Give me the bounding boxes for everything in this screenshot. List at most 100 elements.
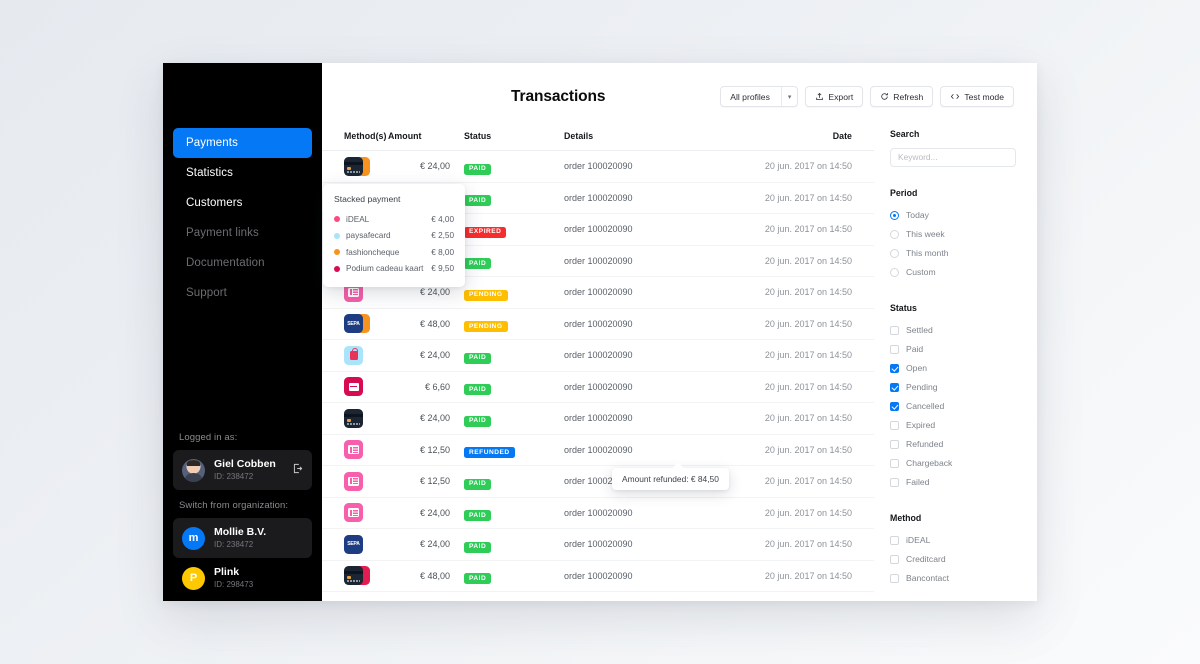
checkbox[interactable]: [890, 477, 899, 487]
date-cell: 20 jun. 2017 on 14:50: [764, 161, 852, 172]
status-badge: PAID: [464, 352, 492, 364]
sidebar-item-statistics[interactable]: Statistics: [173, 158, 312, 188]
method-cell[interactable]: [344, 345, 378, 365]
checkbox[interactable]: [890, 382, 899, 392]
status-option-expired[interactable]: Expired: [890, 416, 1017, 435]
table-row[interactable]: € 24,00 PAID order 100020090 20 jun. 2017 o…: [322, 151, 874, 183]
organization-card[interactable]: P Plink ID: 298473: [173, 558, 312, 598]
status-option-refunded[interactable]: Refunded: [890, 435, 1017, 454]
table-row[interactable]: SEPA € 24,00 PAID order 100020090 20 jun. 20…: [322, 529, 874, 561]
option-label: Expired: [906, 420, 936, 430]
search-input[interactable]: [890, 147, 1016, 167]
method-color-dot: [334, 232, 340, 239]
checkbox[interactable]: [890, 573, 899, 583]
refresh-button[interactable]: Refresh: [870, 86, 934, 107]
method-cell[interactable]: [344, 156, 378, 176]
method-cell[interactable]: SEPA: [344, 534, 378, 554]
organization-avatar: m: [182, 526, 205, 550]
status-badge: PAID: [464, 478, 492, 490]
table-row[interactable]: € 12,50 PAID order 100020090 20 jun. 2017 o…: [322, 466, 874, 498]
checkbox[interactable]: [890, 363, 899, 373]
option-label: Failed: [906, 477, 930, 487]
method-option-creditcard[interactable]: Creditcard: [890, 550, 1017, 569]
status-option-open[interactable]: Open: [890, 359, 1017, 378]
stacked-method-amount: € 4,00: [431, 214, 454, 224]
logged-in-block: Logged in as: Giel Cobben ID: 238472: [163, 432, 322, 491]
column-header-details[interactable]: Details: [564, 131, 732, 141]
checkbox[interactable]: [890, 535, 899, 545]
option-label: Bancontact: [906, 573, 949, 583]
sidebar-item-customers[interactable]: Customers: [173, 188, 312, 218]
option-label: Cancelled: [906, 401, 945, 411]
details-cell: order 100020090: [564, 255, 633, 266]
status-option-chargeback[interactable]: Chargeback: [890, 454, 1017, 473]
checkbox[interactable]: [890, 458, 899, 468]
table-row[interactable]: € 24,00 PAID order 100020090 20 jun. 2017 o…: [322, 403, 874, 435]
table-row[interactable]: € 24,00 PAID order 100020090 20 jun. 2017 o…: [322, 340, 874, 372]
details-cell: order 100020090: [564, 570, 633, 581]
stacked-method-name: paysafecard: [346, 231, 391, 241]
checkbox[interactable]: [890, 420, 899, 430]
method-icon-card: [344, 566, 363, 586]
checkbox[interactable]: [890, 401, 899, 411]
logout-icon[interactable]: [292, 461, 303, 479]
status-badge: PAID: [464, 195, 492, 207]
column-header-date[interactable]: Date: [732, 131, 852, 141]
period-options: Today This week This month Custom: [890, 206, 1017, 282]
page-title: Transactions: [511, 88, 606, 105]
organization-card[interactable]: m Mollie B.V. ID: 238472: [173, 518, 312, 559]
status-badge: PAID: [464, 541, 492, 553]
option-label: This week: [906, 229, 945, 239]
stacked-payment-row: Podium cadeau kaart € 9,50: [334, 261, 454, 278]
period-option-today[interactable]: Today: [890, 206, 1017, 225]
column-header-status[interactable]: Status: [464, 131, 564, 141]
radio-button[interactable]: [890, 210, 899, 220]
method-option-bancontact[interactable]: Bancontact: [890, 569, 1017, 588]
export-button[interactable]: Export: [805, 86, 864, 107]
date-cell: 20 jun. 2017 on 14:50: [764, 413, 852, 424]
status-badge: PAID: [464, 384, 492, 396]
radio-button[interactable]: [890, 267, 899, 277]
status-option-failed[interactable]: Failed: [890, 473, 1017, 492]
table-row[interactable]: € 48,00 PAID order 100020090 20 jun. 2017 o…: [322, 561, 874, 592]
status-badge: EXPIRED: [464, 226, 507, 238]
sidebar-item-documentation[interactable]: Documentation: [173, 248, 312, 278]
current-user-card[interactable]: Giel Cobben ID: 238472: [173, 450, 312, 491]
method-cell[interactable]: [344, 471, 378, 491]
date-cell: 20 jun. 2017 on 14:50: [764, 287, 852, 298]
column-header-amount[interactable]: Amount: [388, 131, 464, 141]
radio-button[interactable]: [890, 229, 899, 239]
table-row[interactable]: SEPA € 48,00 PENDING order 100020090 20 jun.…: [322, 309, 874, 340]
status-option-settled[interactable]: Settled: [890, 321, 1017, 340]
chevron-down-icon[interactable]: ▾: [780, 87, 798, 106]
method-cell[interactable]: SEPA: [344, 314, 378, 334]
checkbox[interactable]: [890, 554, 899, 564]
profiles-dropdown[interactable]: All profiles ▾: [720, 86, 799, 107]
column-header-methods[interactable]: Method(s): [322, 131, 388, 141]
method-icon-card: [344, 408, 363, 428]
method-cell[interactable]: [344, 566, 378, 586]
method-cell[interactable]: [344, 408, 378, 428]
method-option-ideal[interactable]: iDEAL: [890, 531, 1017, 550]
method-cell[interactable]: [344, 440, 378, 460]
sidebar-item-payments[interactable]: Payments: [173, 128, 312, 158]
radio-button[interactable]: [890, 248, 899, 258]
status-option-pending[interactable]: Pending: [890, 378, 1017, 397]
status-option-cancelled[interactable]: Cancelled: [890, 397, 1017, 416]
period-option-custom[interactable]: Custom: [890, 263, 1017, 282]
checkbox[interactable]: [890, 439, 899, 449]
status-option-paid[interactable]: Paid: [890, 340, 1017, 359]
test-mode-button[interactable]: Test mode: [940, 86, 1014, 107]
period-option-this-week[interactable]: This week: [890, 225, 1017, 244]
table-row[interactable]: € 6,60 PAID order 100020090 20 jun. 2017 on…: [322, 372, 874, 403]
period-option-this-month[interactable]: This month: [890, 244, 1017, 263]
sidebar-item-support[interactable]: Support: [173, 278, 312, 308]
sidebar-item-payment-links[interactable]: Payment links: [173, 218, 312, 248]
method-cell[interactable]: [344, 377, 378, 397]
amount-cell: € 48,00: [419, 318, 450, 329]
table-row[interactable]: € 24,00 PAID order 100020090 20 jun. 2017 o…: [322, 498, 874, 529]
checkbox[interactable]: [890, 344, 899, 354]
table-row[interactable]: € 12,50 REFUNDED order 100020090 20 jun. 20…: [322, 435, 874, 466]
checkbox[interactable]: [890, 325, 899, 335]
method-cell[interactable]: [344, 503, 378, 523]
